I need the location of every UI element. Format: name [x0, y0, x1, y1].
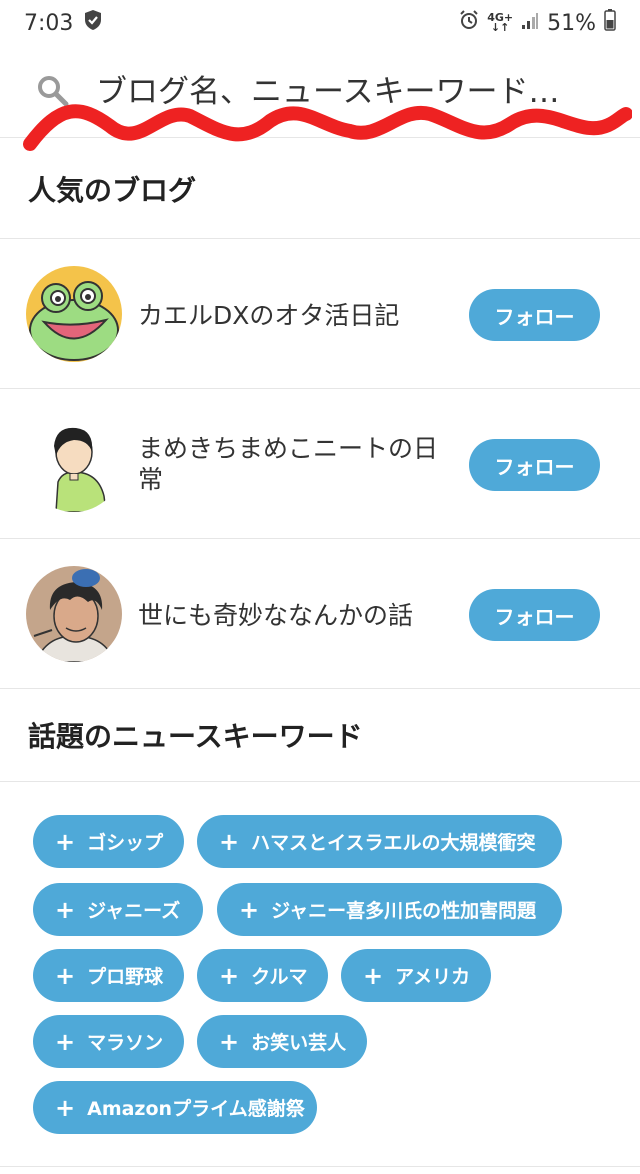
- battery-level: 51%: [547, 10, 596, 36]
- popular-blogs-title: 人気のブログ: [28, 174, 197, 207]
- blog-name[interactable]: 世にも奇妙ななんかの話: [138, 600, 458, 631]
- news-keywords-header: 話題のニュースキーワード: [0, 689, 640, 782]
- keyword-label: ジャニー喜多川氏の性加害問題: [271, 900, 537, 922]
- keyword-label: ハマスとイスラエルの大規模衝突: [251, 832, 536, 854]
- keyword-chip[interactable]: + マラソン: [33, 1015, 184, 1068]
- keyword-chip[interactable]: + Amazonプライム感謝祭: [33, 1081, 317, 1134]
- keyword-label: アメリカ: [395, 966, 471, 988]
- man-avatar: [26, 566, 122, 662]
- news-keywords-title: 話題のニュースキーワード: [28, 720, 363, 753]
- keyword-label: お笑い芸人: [251, 1032, 347, 1054]
- keyword-chip[interactable]: + クルマ: [197, 949, 328, 1002]
- keyword-label: クルマ: [251, 966, 308, 988]
- boy-avatar: [26, 416, 122, 512]
- search-bar[interactable]: [0, 46, 640, 138]
- plus-icon: +: [219, 827, 240, 856]
- frog-avatar: [26, 266, 122, 362]
- signal-icon: [521, 11, 539, 36]
- status-time: 7:03: [24, 10, 74, 36]
- plus-icon: +: [219, 961, 240, 990]
- plus-icon: +: [239, 895, 260, 924]
- keyword-chip[interactable]: + ジャニー喜多川氏の性加害問題: [217, 883, 562, 936]
- follow-button[interactable]: フォロー: [469, 439, 600, 491]
- status-bar: 7:03 4G+ ↓↑ 51%: [0, 0, 640, 46]
- plus-icon: +: [55, 827, 76, 856]
- plus-icon: +: [55, 895, 76, 924]
- keyword-chip[interactable]: + お笑い芸人: [197, 1015, 367, 1068]
- keyword-label: Amazonプライム感謝祭: [87, 1098, 305, 1120]
- blog-name[interactable]: まめきちまめこニートの日常: [138, 433, 458, 495]
- plus-icon: +: [55, 961, 76, 990]
- alarm-icon: [459, 10, 479, 36]
- blog-name[interactable]: カエルDXのオタ活日記: [138, 300, 458, 331]
- popular-blogs-header: 人気のブログ: [0, 140, 640, 239]
- keyword-chip[interactable]: + ハマスとイスラエルの大規模衝突: [197, 815, 562, 868]
- blog-row[interactable]: カエルDXのオタ活日記 フォロー: [0, 239, 640, 389]
- battery-icon: [604, 9, 616, 37]
- plus-icon: +: [55, 1093, 76, 1122]
- keyword-label: ゴシップ: [87, 832, 164, 854]
- keyword-label: プロ野球: [87, 966, 164, 988]
- keyword-label: ジャニーズ: [87, 900, 181, 922]
- keyword-chip[interactable]: + ジャニーズ: [33, 883, 203, 936]
- search-icon[interactable]: [36, 74, 70, 112]
- blog-row[interactable]: まめきちまめこニートの日常 フォロー: [0, 389, 640, 539]
- search-input[interactable]: [96, 68, 616, 116]
- keyword-chip[interactable]: + アメリカ: [341, 949, 491, 1002]
- plus-icon: +: [55, 1027, 76, 1056]
- plus-icon: +: [363, 961, 384, 990]
- follow-button[interactable]: フォロー: [469, 289, 600, 341]
- blog-row[interactable]: 世にも奇妙ななんかの話 フォロー: [0, 539, 640, 689]
- plus-icon: +: [219, 1027, 240, 1056]
- follow-button[interactable]: フォロー: [469, 589, 600, 641]
- keyword-chip[interactable]: + プロ野球: [33, 949, 184, 1002]
- shield-check-icon: [83, 9, 103, 37]
- keyword-chip[interactable]: + ゴシップ: [33, 815, 184, 868]
- network-indicator: 4G+ ↓↑: [487, 11, 514, 34]
- keyword-label: マラソン: [87, 1032, 164, 1054]
- divider: [0, 1166, 640, 1167]
